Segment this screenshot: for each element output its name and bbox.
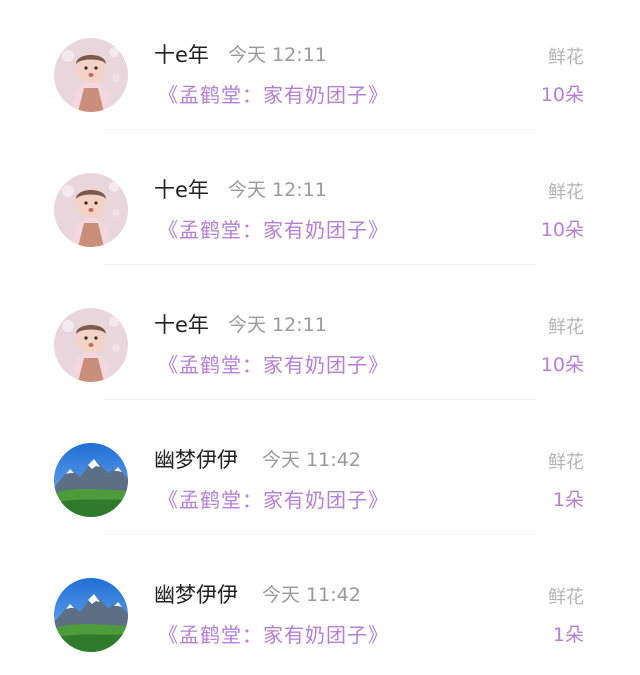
avatar[interactable]	[54, 308, 128, 382]
mountain-landscape-avatar-icon	[54, 578, 128, 652]
book-title-link[interactable]: 《孟鹤堂：家有奶团子》	[158, 350, 389, 380]
gift-record-row[interactable]: 十e年 今天 12:11 《孟鹤堂：家有奶团子》 鲜花 10朵	[0, 0, 640, 135]
timestamp: 今天 12:11	[228, 314, 327, 336]
child-photo-avatar-icon	[54, 173, 128, 247]
username[interactable]: 十e年	[154, 40, 209, 70]
timestamp: 今天 12:11	[228, 44, 327, 66]
gift-record-row[interactable]: 十e年 今天 12:11 《孟鹤堂：家有奶团子》 鲜花 10朵	[0, 135, 640, 270]
gift-count: 10朵	[540, 84, 584, 106]
book-title-link[interactable]: 《孟鹤堂：家有奶团子》	[158, 485, 389, 515]
username[interactable]: 十e年	[154, 310, 209, 340]
username[interactable]: 幽梦伊伊	[154, 445, 238, 475]
gift-count: 1朵	[552, 624, 584, 646]
divider	[104, 399, 536, 400]
book-title-link[interactable]: 《孟鹤堂：家有奶团子》	[158, 620, 389, 650]
book-title-link[interactable]: 《孟鹤堂：家有奶团子》	[158, 80, 389, 110]
avatar[interactable]	[54, 173, 128, 247]
divider	[104, 129, 536, 130]
username[interactable]: 十e年	[154, 175, 209, 205]
timestamp: 今天 12:11	[228, 179, 327, 201]
gift-type-label: 鲜花	[548, 452, 584, 473]
gift-record-row[interactable]: 幽梦伊伊 今天 11:42 《孟鹤堂：家有奶团子》 鲜花 1朵	[0, 540, 640, 675]
gift-record-row[interactable]: 幽梦伊伊 今天 11:42 《孟鹤堂：家有奶团子》 鲜花 1朵	[0, 405, 640, 540]
divider	[104, 264, 536, 265]
timestamp: 今天 11:42	[262, 584, 361, 606]
gift-type-label: 鲜花	[548, 47, 584, 68]
gift-type-label: 鲜花	[548, 182, 584, 203]
avatar[interactable]	[54, 443, 128, 517]
gift-record-row[interactable]: 十e年 今天 12:11 《孟鹤堂：家有奶团子》 鲜花 10朵	[0, 270, 640, 405]
timestamp: 今天 11:42	[262, 449, 361, 471]
gift-type-label: 鲜花	[548, 587, 584, 608]
gift-count: 10朵	[540, 219, 584, 241]
username[interactable]: 幽梦伊伊	[154, 580, 238, 610]
child-photo-avatar-icon	[54, 38, 128, 112]
avatar[interactable]	[54, 38, 128, 112]
avatar[interactable]	[54, 578, 128, 652]
divider	[104, 534, 536, 535]
gift-record-list: 十e年 今天 12:11 《孟鹤堂：家有奶团子》 鲜花 10朵 十e年 今天 1…	[0, 0, 640, 660]
gift-count: 10朵	[540, 354, 584, 376]
gift-count: 1朵	[552, 489, 584, 511]
gift-type-label: 鲜花	[548, 317, 584, 338]
book-title-link[interactable]: 《孟鹤堂：家有奶团子》	[158, 215, 389, 245]
mountain-landscape-avatar-icon	[54, 443, 128, 517]
child-photo-avatar-icon	[54, 308, 128, 382]
